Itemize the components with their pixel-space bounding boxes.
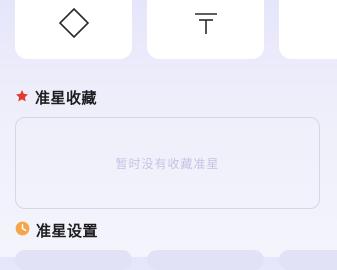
quick-action-diamond[interactable] [15, 0, 132, 59]
diamond-icon [57, 6, 91, 40]
favorites-list: 暂时没有收藏准星 [15, 117, 320, 209]
favorites-header: 准星收藏 [15, 87, 97, 107]
clock-icon [15, 221, 30, 240]
settings-option[interactable] [279, 250, 337, 270]
cut-mark-icon [193, 8, 219, 38]
favorites-title: 准星收藏 [35, 88, 98, 107]
quick-action-cut-mark[interactable] [147, 0, 264, 59]
favorites-empty-text: 暂时没有收藏准星 [115, 156, 220, 171]
settings-title: 准星设置 [36, 221, 99, 240]
settings-option[interactable] [15, 250, 132, 270]
star-icon [15, 88, 29, 107]
settings-header: 准星设置 [15, 220, 98, 240]
quick-action-more[interactable] [279, 0, 337, 59]
settings-option[interactable] [147, 250, 264, 270]
